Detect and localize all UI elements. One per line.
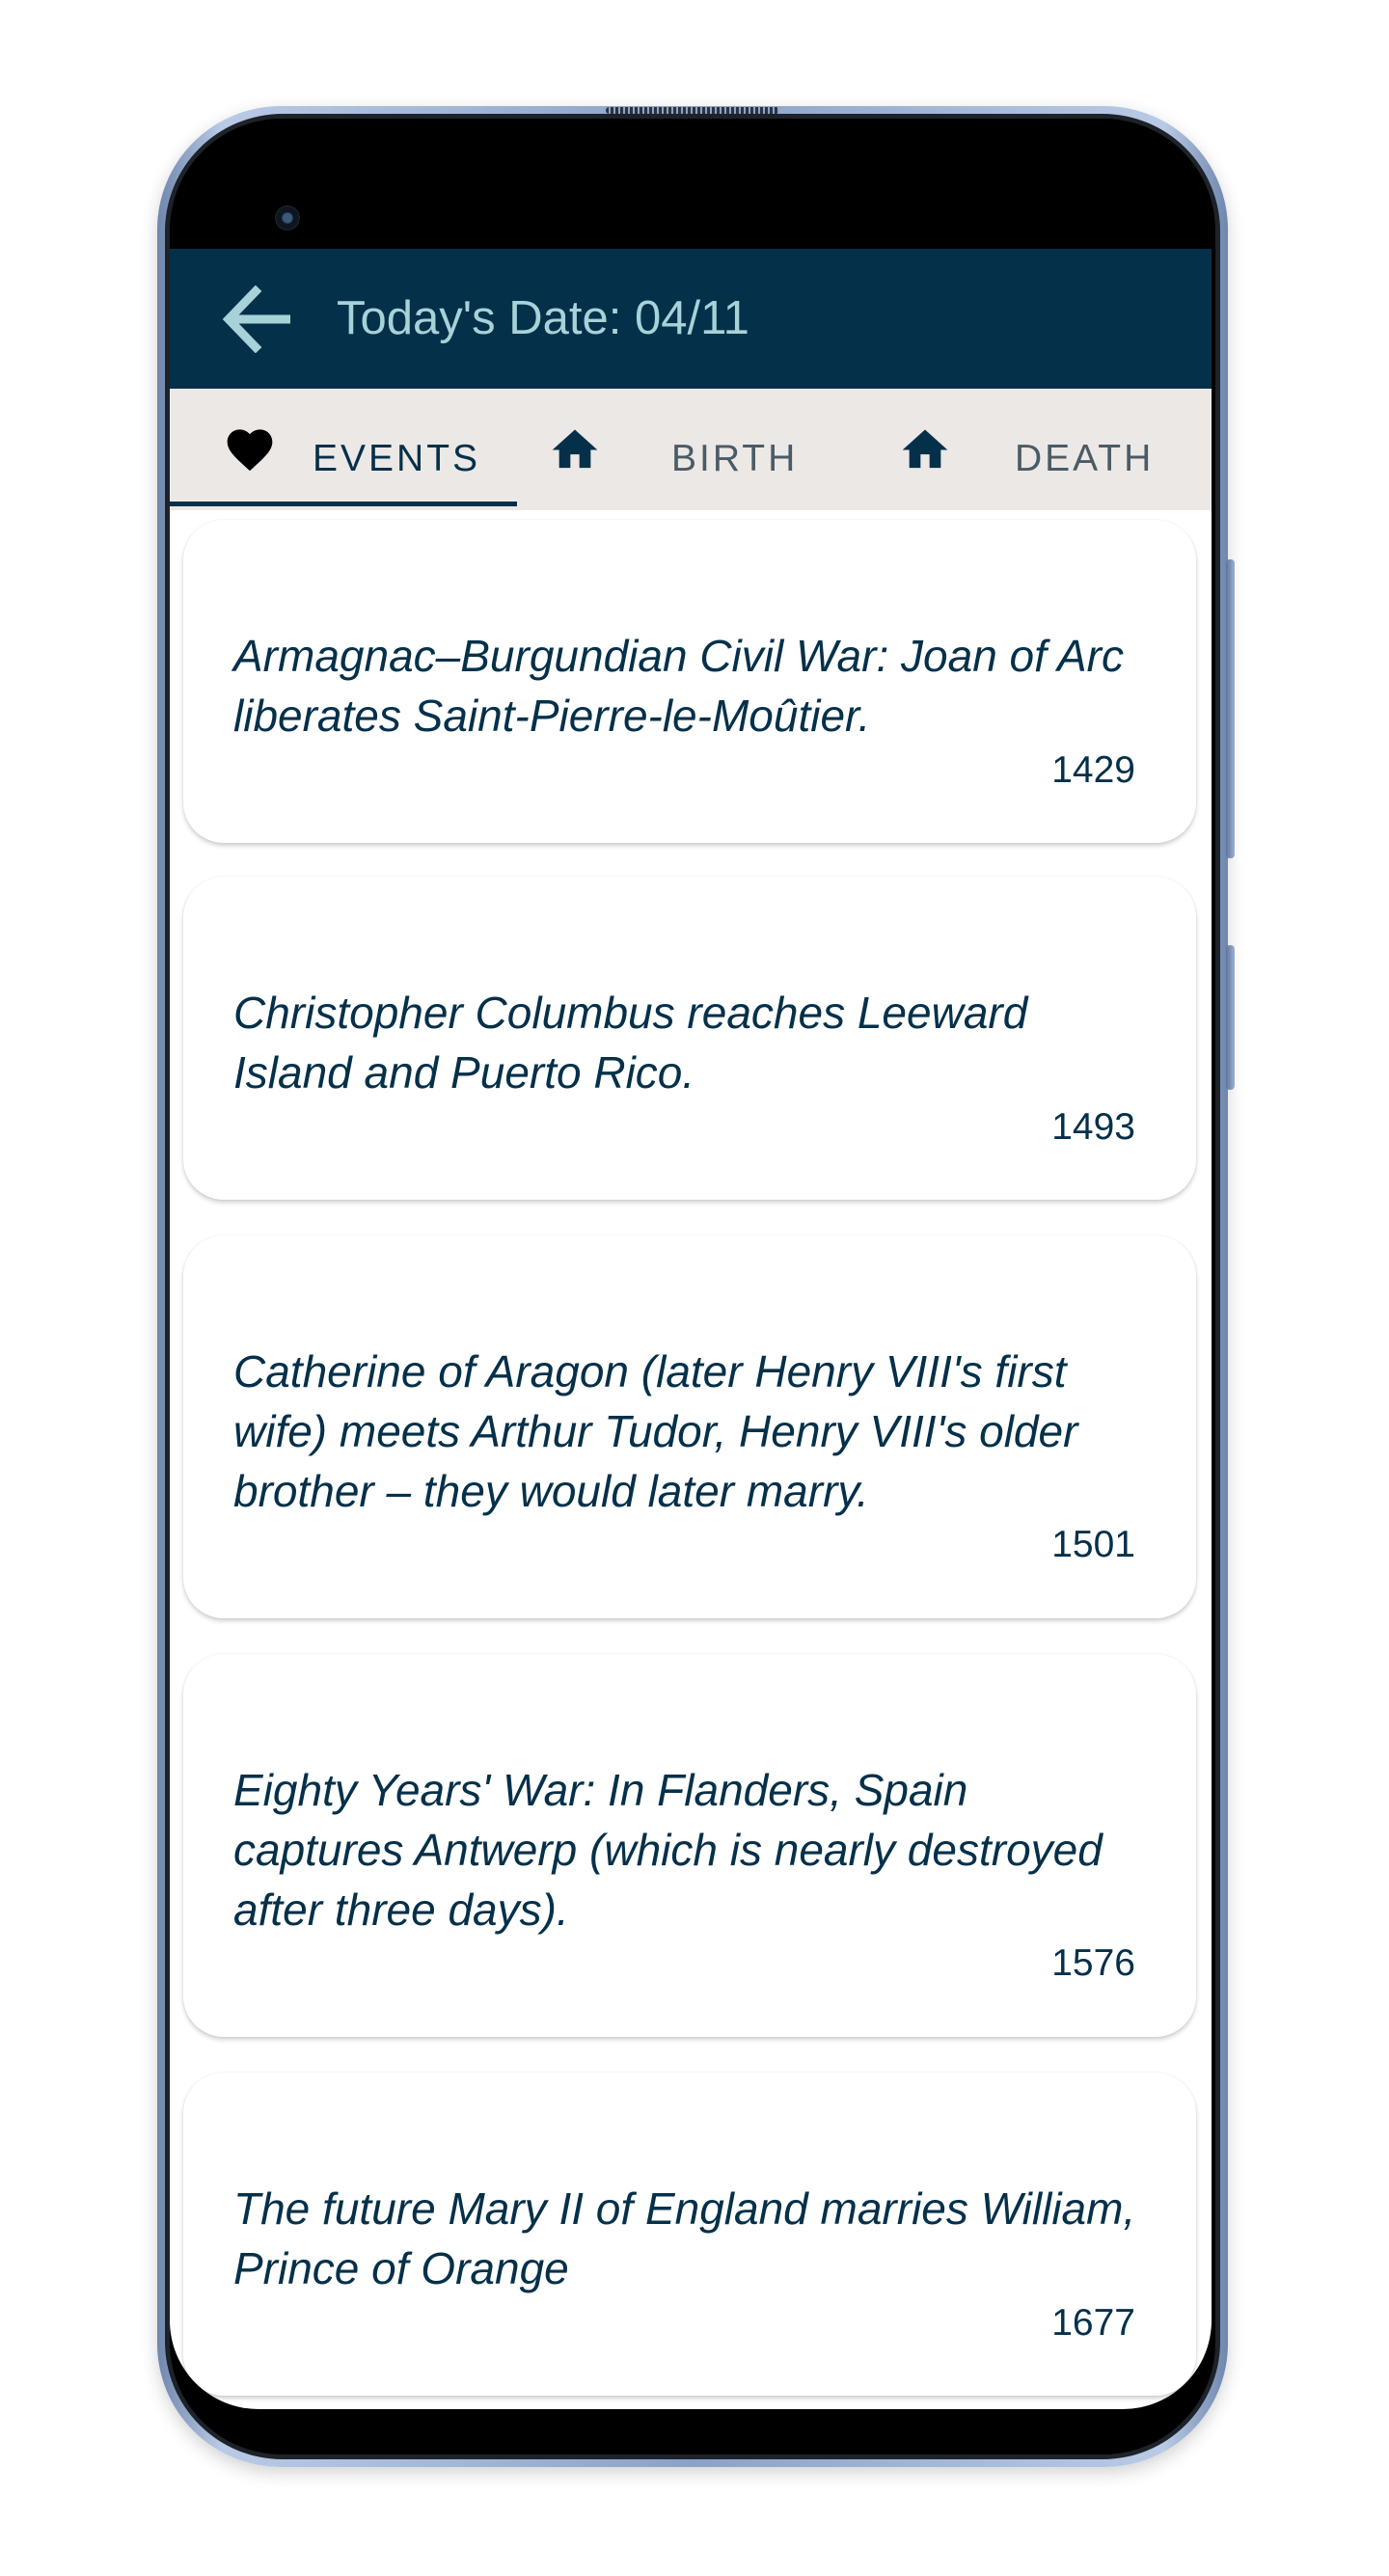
tab-death-label: DEATH [1015, 438, 1155, 479]
speaker-grille [606, 107, 779, 114]
event-text: Eighty Years' War: In Flanders, Spain ca… [233, 1765, 1103, 1935]
event-text: The future Mary II of England marries Wi… [233, 2183, 1136, 2293]
home-icon [902, 429, 948, 469]
tab-events-label: EVENTS [313, 438, 481, 479]
tab-events[interactable]: EVENTS [170, 389, 517, 510]
event-text: Armagnac–Burgundian Civil War: Joan of A… [233, 631, 1124, 741]
event-year: 1501 [1051, 1524, 1135, 1565]
power-button [1226, 945, 1235, 1090]
event-card[interactable]: Catherine of Aragon (later Henry VIII's … [183, 1235, 1196, 1618]
event-year: 1677 [1051, 2302, 1135, 2344]
event-year: 1493 [1051, 1106, 1135, 1148]
event-year: 1576 [1051, 1942, 1135, 1984]
event-text: Catherine of Aragon (later Henry VIII's … [233, 1346, 1078, 1516]
event-text: Christopher Columbus reaches Leeward Isl… [233, 988, 1028, 1098]
heart-icon [227, 429, 273, 472]
volume-button [1226, 559, 1235, 858]
event-card[interactable]: The future Mary II of England marries Wi… [183, 2073, 1196, 2396]
tab-death[interactable]: DEATH [864, 389, 1212, 510]
arrow-left-icon [222, 285, 290, 353]
front-camera [275, 205, 300, 230]
event-card[interactable]: Eighty Years' War: In Flanders, Spain ca… [183, 1654, 1196, 2037]
app-screen: Today's Date: 04/11 EVENTS BIRTH DEATH A… [170, 249, 1212, 2409]
app-bar: Today's Date: 04/11 [170, 249, 1212, 389]
active-tab-indicator [170, 502, 517, 506]
event-card[interactable]: Armagnac–Burgundian Civil War: Joan of A… [183, 520, 1196, 843]
home-icon [552, 429, 598, 469]
tab-birth[interactable]: BIRTH [517, 389, 864, 510]
page-title: Today's Date: 04/11 [337, 292, 749, 344]
tab-bar: EVENTS BIRTH DEATH [170, 389, 1212, 510]
event-year: 1429 [1051, 749, 1135, 791]
event-card[interactable]: Christopher Columbus reaches Leeward Isl… [183, 877, 1196, 1200]
back-button[interactable] [218, 285, 295, 353]
tab-birth-label: BIRTH [671, 438, 799, 479]
